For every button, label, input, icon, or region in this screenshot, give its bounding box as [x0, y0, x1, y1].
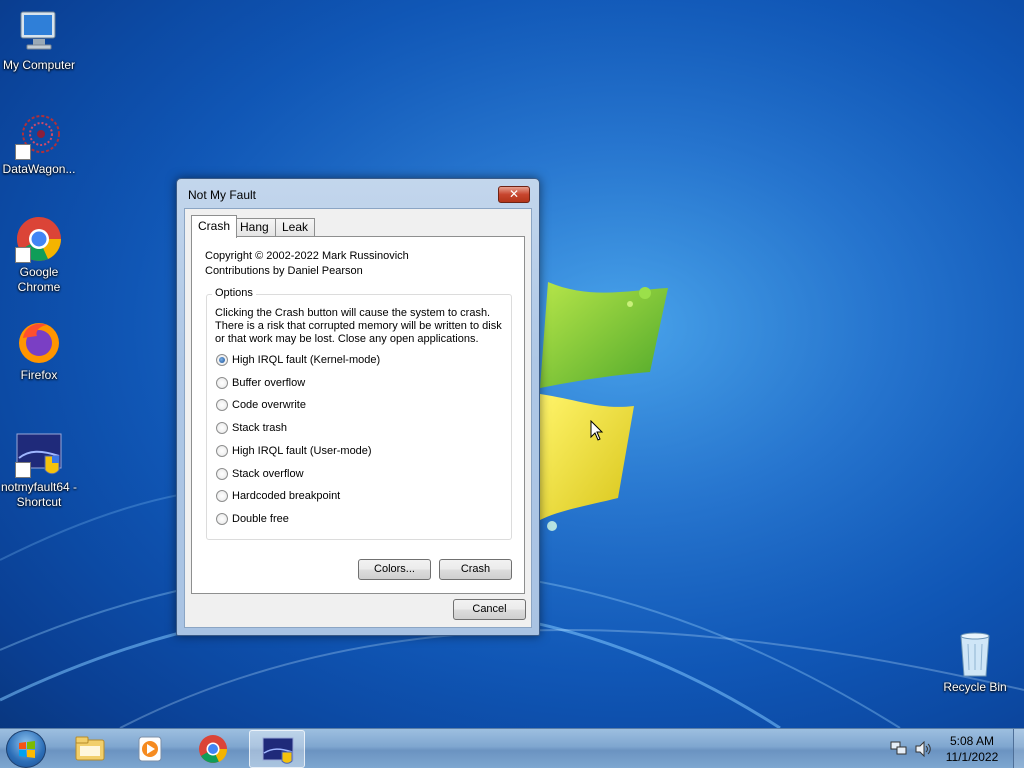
taskbar: 5:08 AM 11/1/2022: [0, 728, 1024, 768]
dialog-titlebar[interactable]: Not My Fault ✕: [177, 179, 539, 209]
crash-button[interactable]: Crash: [439, 559, 512, 580]
desktop-icon-notmyfault[interactable]: notmyfault64 - Shortcut: [0, 430, 79, 510]
cancel-button[interactable]: Cancel: [453, 599, 526, 620]
option-label: Buffer overflow: [232, 377, 306, 389]
shortcut-arrow-icon: [15, 462, 31, 478]
option-label: Stack overflow: [232, 468, 304, 480]
option-label: High IRQL fault (Kernel-mode): [232, 354, 381, 366]
radio-icon[interactable]: [216, 513, 228, 525]
desktop-icon-label: notmyfault64 - Shortcut: [0, 480, 78, 509]
dialog-client: Crash Hang Leak Copyright © 2002-2022 Ma…: [184, 208, 532, 628]
tab-crash[interactable]: Crash: [191, 215, 238, 238]
volume-icon[interactable]: [914, 741, 932, 757]
clock-time: 5:08 AM: [949, 734, 995, 748]
network-icon[interactable]: [890, 741, 908, 757]
media-player-icon: [138, 736, 162, 762]
recycle-bin-icon: [951, 630, 999, 678]
desktop-icon-label: Firefox: [20, 368, 58, 382]
clock-date: 11/1/2022: [945, 750, 999, 764]
credits: Copyright © 2002-2022 Mark Russinovich C…: [205, 249, 409, 279]
computer-icon: [15, 8, 63, 56]
options-group-title: Options: [212, 287, 256, 299]
option-label: Code overwrite: [232, 399, 306, 411]
tab-hang[interactable]: Hang: [233, 218, 276, 237]
desktop-icon-label: Recycle Bin: [943, 680, 1007, 694]
taskbar-chrome[interactable]: [185, 730, 241, 768]
desktop-icon-label: DataWagon...: [2, 162, 76, 176]
desktop-icon-google-chrome[interactable]: Google Chrome: [0, 215, 79, 295]
explorer-icon: [75, 736, 105, 761]
option-label: Double free: [232, 513, 289, 525]
radio-icon[interactable]: [216, 422, 228, 434]
option-double-free[interactable]: Double free: [216, 511, 289, 527]
option-stack-trash[interactable]: Stack trash: [216, 420, 287, 436]
notmyfault-icon: [15, 430, 63, 478]
radio-selected-icon[interactable]: [216, 354, 228, 366]
option-stack-overflow[interactable]: Stack overflow: [216, 466, 304, 482]
radio-icon[interactable]: [216, 377, 228, 389]
desktop-icon-datawagon[interactable]: DataWagon...: [0, 112, 79, 177]
mouse-cursor-icon: [590, 420, 604, 441]
start-button[interactable]: [6, 730, 46, 768]
option-label: Hardcoded breakpoint: [232, 490, 341, 502]
shortcut-arrow-icon: [15, 144, 31, 160]
chrome-icon: [15, 215, 63, 263]
option-label: Stack trash: [232, 422, 288, 434]
option-hardcoded-breakpoint[interactable]: Hardcoded breakpoint: [216, 488, 340, 504]
option-label: High IRQL fault (User-mode): [232, 445, 372, 457]
colors-button[interactable]: Colors...: [358, 559, 431, 580]
windows-logo-icon: [19, 741, 35, 758]
taskbar-explorer[interactable]: [62, 730, 118, 768]
desktop-icon-firefox[interactable]: Firefox: [0, 318, 79, 383]
crash-tab-pane: Copyright © 2002-2022 Mark Russinovich C…: [191, 236, 525, 594]
not-my-fault-dialog: Not My Fault ✕ Crash Hang Leak Copyright…: [176, 178, 540, 636]
taskbar-media-player[interactable]: [122, 730, 178, 768]
option-high-irql-user[interactable]: High IRQL fault (User-mode): [216, 443, 372, 459]
radio-icon[interactable]: [216, 468, 228, 480]
close-button[interactable]: ✕: [498, 186, 530, 203]
chrome-icon: [199, 735, 228, 763]
shortcut-arrow-icon: [15, 247, 31, 263]
show-desktop-button[interactable]: [1013, 729, 1024, 768]
firefox-icon: [15, 318, 63, 366]
tab-leak[interactable]: Leak: [275, 218, 316, 237]
option-code-overwrite[interactable]: Code overwrite: [216, 397, 306, 413]
copyright-text: Copyright © 2002-2022 Mark Russinovich: [205, 250, 409, 262]
desktop-icon-my-computer[interactable]: My Computer: [0, 8, 79, 73]
taskbar-notmyfault[interactable]: [249, 730, 305, 768]
radio-icon[interactable]: [216, 490, 228, 502]
contributions-text: Contributions by Daniel Pearson: [205, 265, 363, 277]
close-icon: ✕: [508, 187, 520, 201]
dialog-title: Not My Fault: [188, 188, 257, 202]
options-group: Options Clicking the Crash button will c…: [206, 287, 512, 540]
option-buffer-overflow[interactable]: Buffer overflow: [216, 375, 305, 391]
radio-icon[interactable]: [216, 399, 228, 411]
option-high-irql-kernel[interactable]: High IRQL fault (Kernel-mode): [216, 352, 380, 368]
system-clock[interactable]: 5:08 AM 11/1/2022: [936, 733, 1008, 765]
notmyfault-icon: [262, 737, 294, 764]
crash-warning-text: Clicking the Crash button will cause the…: [215, 307, 502, 345]
desktop-icon-recycle-bin[interactable]: Recycle Bin: [935, 630, 1015, 695]
datawagon-icon: [15, 112, 63, 160]
radio-icon[interactable]: [216, 445, 228, 457]
desktop-icon-label: My Computer: [2, 58, 76, 72]
desktop-icon-label: Google Chrome: [17, 265, 61, 294]
